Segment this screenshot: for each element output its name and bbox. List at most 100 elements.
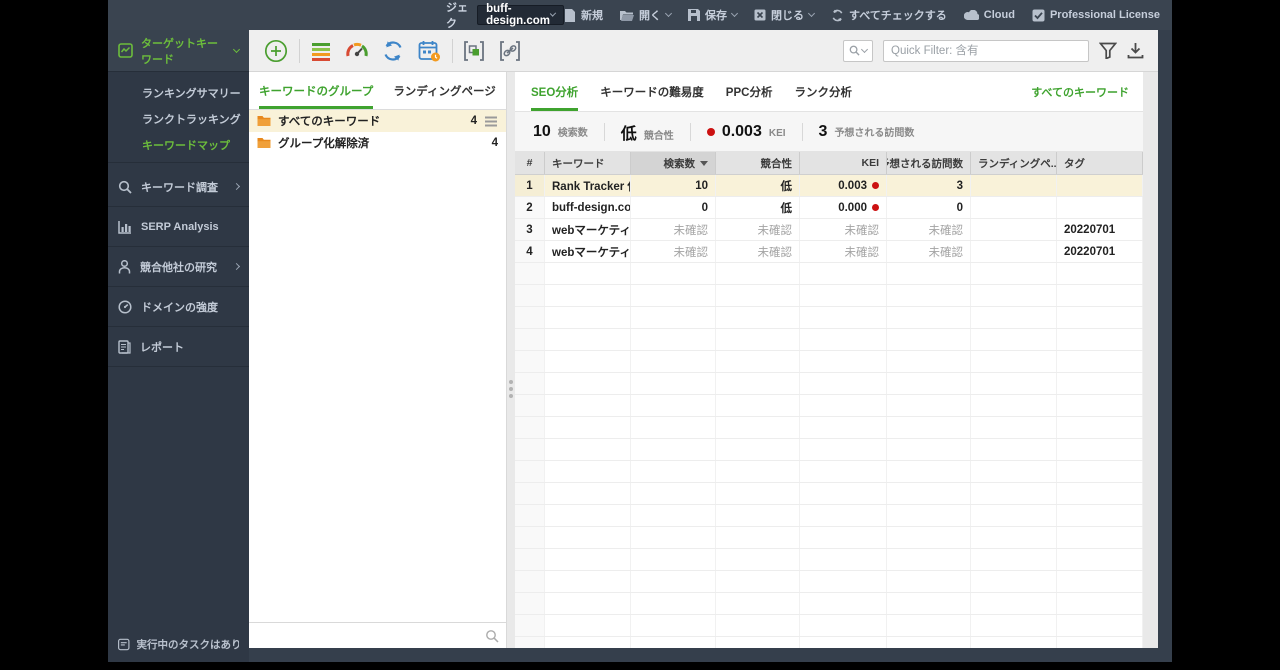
table-row[interactable]: 1Rank Tracker 使い10低0.0033: [515, 175, 1143, 197]
check-all-button[interactable]: すべてチェックする: [831, 7, 947, 23]
analysis-tabs: SEO分析 キーワードの難易度 PPC分析 ランク分析 すべてのキーワード: [515, 72, 1143, 112]
cell-visits: 3: [887, 175, 971, 196]
download-icon[interactable]: [1127, 42, 1144, 59]
table-row-empty: [515, 505, 1143, 527]
table-row[interactable]: 4webマーケティング未確認未確認未確認未確認20220701: [515, 241, 1143, 263]
filter-funnel-icon[interactable]: [1099, 42, 1117, 59]
save-disk-icon: [687, 9, 700, 21]
group-item-all-keywords[interactable]: すべてのキーワード 4: [249, 110, 506, 132]
sidebar-item-serp-analysis[interactable]: SERP Analysis: [108, 207, 249, 247]
col-header-keyword[interactable]: キーワード: [545, 152, 631, 174]
close-project-button[interactable]: 閉じる: [754, 7, 816, 23]
group-menu-icon[interactable]: [484, 116, 498, 127]
assign-landing-page-button[interactable]: [497, 38, 523, 64]
cell-competition: 低: [716, 175, 800, 196]
quick-filter-scope-select[interactable]: [843, 39, 873, 62]
toolbar-separator: [299, 38, 300, 63]
cell-searches: 未確認: [631, 241, 716, 262]
kei-dot: [872, 204, 879, 211]
table-row-empty: [515, 637, 1143, 648]
col-header-competition[interactable]: 競合性: [716, 152, 800, 174]
cell-keyword: buff-design.com: [545, 197, 631, 218]
keyword-map-panel: SEO分析 キーワードの難易度 PPC分析 ランク分析 すべてのキーワード 10: [515, 72, 1143, 648]
cell-searches: 10: [631, 175, 716, 196]
cell-tag: 20220701: [1057, 241, 1143, 262]
summary-stats-bar: 10 検索数 低 競合性 0.003 KEI 3 予想される訪問数: [515, 112, 1143, 152]
panel-splitter[interactable]: [507, 72, 515, 648]
kei-status-dot: [706, 127, 715, 136]
table-row[interactable]: 3webマーケティング未確認未確認未確認未確認20220701: [515, 219, 1143, 241]
difficulty-gauge-button[interactable]: [344, 38, 370, 64]
stat-competition: 低 競合性: [620, 125, 674, 143]
cell-searches: 未確認: [631, 219, 716, 240]
groups-tabs: キーワードのグループ ランディングページ: [249, 72, 506, 110]
sidebar-item-keyword-research[interactable]: キーワード調査: [108, 167, 249, 207]
vertical-scrollbar[interactable]: [1143, 72, 1158, 648]
table-row[interactable]: 2buff-design.com0低0.0000: [515, 197, 1143, 219]
table-row-empty: [515, 483, 1143, 505]
table-row-empty: [515, 461, 1143, 483]
table-row-empty: [515, 263, 1143, 285]
col-header-landing-page[interactable]: ランディングペ...: [971, 152, 1057, 174]
col-header-num[interactable]: #: [515, 152, 545, 174]
license-badge[interactable]: Professional License: [1032, 9, 1160, 22]
tab-rank-analysis[interactable]: ランク分析: [794, 84, 852, 111]
cell-visits: 未確認: [887, 241, 971, 262]
cell-keyword: Rank Tracker 使い: [545, 175, 631, 196]
copy-keywords-button[interactable]: [461, 38, 487, 64]
kei-dot: [872, 182, 879, 189]
col-header-searches[interactable]: 検索数: [631, 152, 716, 174]
quick-filter-input[interactable]: [883, 39, 1089, 62]
cell-kei: 未確認: [800, 219, 887, 240]
calendar-alert-icon: [418, 40, 440, 61]
sidebar-item-ranking-summary[interactable]: ランキングサマリー: [108, 80, 249, 106]
chevron-right-icon: [232, 182, 241, 191]
toolbar-separator: [452, 38, 453, 63]
tab-ppc-analysis[interactable]: PPC分析: [726, 84, 773, 111]
open-project-button[interactable]: 開く: [619, 7, 673, 23]
add-keywords-button[interactable]: [263, 38, 289, 64]
cell-competition: 未確認: [716, 241, 800, 262]
update-data-button[interactable]: [380, 38, 406, 64]
table-row-empty: [515, 285, 1143, 307]
cell-kei: 未確認: [800, 241, 887, 262]
cell-tag: 20220701: [1057, 219, 1143, 240]
add-circle-icon: [264, 39, 288, 62]
sidebar-item-domain-strength[interactable]: ドメインの強度: [108, 287, 249, 327]
task-status[interactable]: 実行中のタスクはありま: [108, 637, 249, 652]
cloud-button[interactable]: Cloud: [963, 9, 1015, 21]
stat-expected-visits: 3 予想される訪問数: [818, 122, 915, 140]
sidebar-item-reports[interactable]: レポート: [108, 327, 249, 367]
gauge-colored-icon: [346, 42, 368, 56]
keyword-groups-panel: キーワードのグループ ランディングページ すべてのキーワード 4 グループ化解除…: [249, 72, 507, 648]
keyword-list-button[interactable]: [308, 38, 334, 64]
cell-num: 3: [515, 219, 545, 240]
link-brackets-icon: [500, 40, 520, 61]
cell-tag: [1057, 175, 1143, 196]
groups-search-input[interactable]: [257, 628, 485, 643]
scope-all-keywords-link[interactable]: すべてのキーワード: [1031, 84, 1129, 111]
sidebar: ターゲットキーワード ランキングサマリー ランクトラッキング キーワードマップ …: [108, 30, 249, 662]
cell-num: 2: [515, 197, 545, 218]
tab-keyword-groups[interactable]: キーワードのグループ: [259, 83, 374, 109]
save-project-button[interactable]: 保存: [687, 7, 739, 23]
folder-icon: [257, 116, 271, 126]
topbar: プロジェクト： buff-design.com 新規 開く 保存 閉じる すべて: [108, 0, 1172, 46]
tab-keyword-difficulty[interactable]: キーワードの難易度: [600, 84, 704, 111]
col-header-expected-visits[interactable]: 予想される訪問数: [887, 152, 971, 174]
col-header-kei[interactable]: KEI: [800, 152, 887, 174]
sidebar-item-competitor-research[interactable]: 競合他社の研究: [108, 247, 249, 287]
tab-landing-pages[interactable]: ランディングページ: [393, 83, 495, 109]
sidebar-item-keyword-map[interactable]: キーワードマップ: [108, 132, 249, 158]
new-project-button[interactable]: 新規: [564, 7, 603, 23]
cell-landing: [971, 241, 1057, 262]
sidebar-item-rank-tracking[interactable]: ランクトラッキング: [108, 106, 249, 132]
tab-seo-analysis[interactable]: SEO分析: [531, 84, 579, 111]
scheduler-button[interactable]: [416, 38, 442, 64]
col-header-tags[interactable]: タグ: [1057, 152, 1143, 174]
project-select[interactable]: buff-design.com: [477, 3, 564, 27]
table-row-empty: [515, 549, 1143, 571]
app-window: プロジェクト： buff-design.com 新規 開く 保存 閉じる すべて: [108, 0, 1172, 662]
group-item-ungrouped[interactable]: グループ化解除済 4: [249, 132, 506, 154]
sidebar-section-target-keywords[interactable]: ターゲットキーワード: [108, 30, 249, 72]
